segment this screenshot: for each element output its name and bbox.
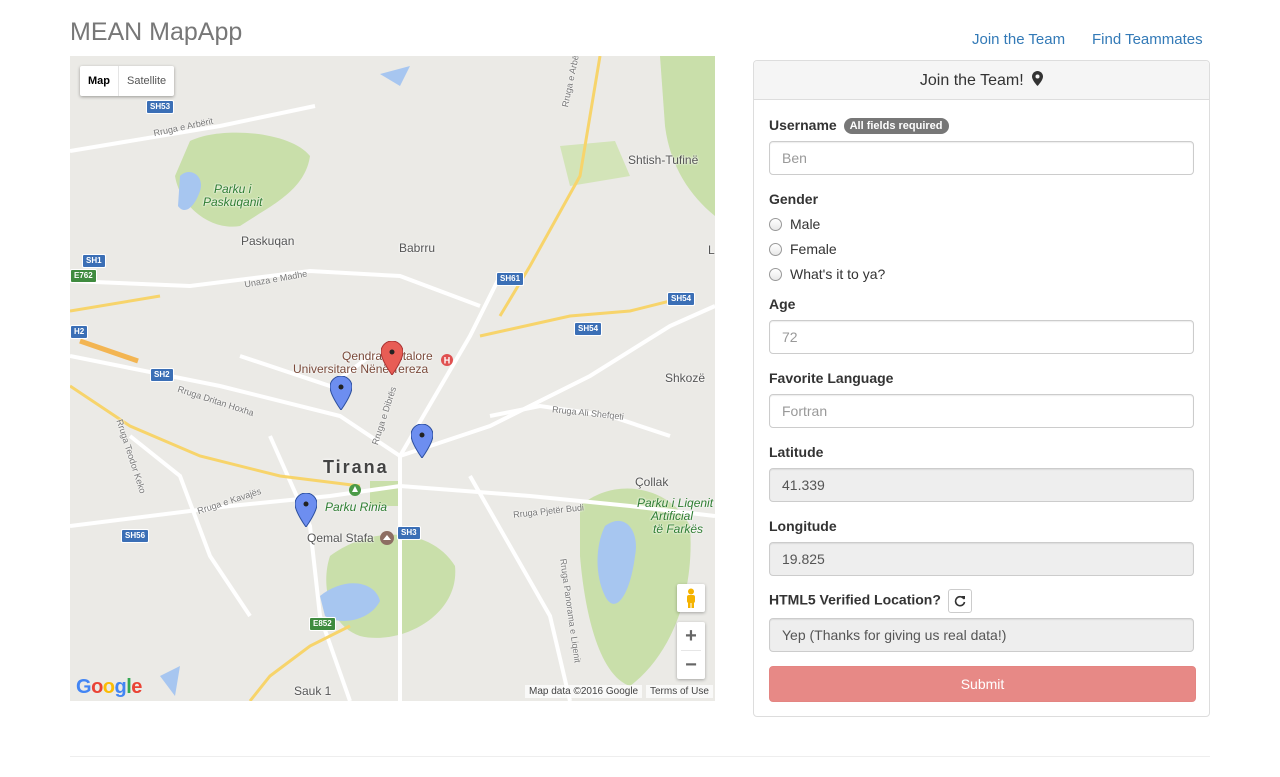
gender-option-label: Male (790, 216, 821, 232)
map-label-place: Shtish-Tufinë (628, 153, 699, 167)
map-label-park: Artificial (651, 509, 694, 523)
map[interactable]: Map Satellite SH53 SH1 E762 H2 SH2 SH61 … (70, 56, 715, 701)
map-label-park: Parku i Liqenit (637, 496, 714, 510)
google-logo[interactable]: Google (76, 676, 142, 699)
radio-button[interactable] (769, 217, 782, 231)
join-team-panel: Join the Team! Username All fields requi… (753, 60, 1210, 717)
age-input[interactable] (769, 320, 1194, 354)
submit-button[interactable]: Submit (769, 666, 1196, 702)
longitude-field[interactable] (769, 542, 1194, 576)
nav-find-teammates[interactable]: Find Teammates (1092, 31, 1203, 48)
road-shield: H2 (70, 325, 89, 339)
verified-location-label-text: HTML5 Verified Location? (769, 591, 941, 608)
park-icon (349, 484, 361, 496)
gender-option-label: Female (790, 241, 837, 257)
map-type-control: Map Satellite (80, 66, 175, 96)
nav-join-team[interactable]: Join the Team (972, 31, 1065, 48)
map-label-place: Qemal Stafa (307, 531, 374, 545)
username-label: Username All fields required (769, 117, 949, 134)
username-input[interactable] (769, 141, 1194, 175)
latitude-label: Latitude (769, 444, 824, 460)
age-label: Age (769, 296, 796, 312)
verified-location-field[interactable] (769, 618, 1194, 652)
gender-option-male[interactable]: Male (769, 216, 820, 232)
terms-of-use-link[interactable]: Terms of Use (646, 685, 713, 698)
map-marker-blue[interactable] (330, 376, 352, 410)
map-marker-red[interactable] (381, 341, 403, 375)
footer-divider (70, 756, 1210, 757)
gender-option-female[interactable]: Female (769, 241, 837, 257)
road-shield: SH3 (397, 526, 421, 540)
landmark-icon (380, 531, 394, 545)
language-input[interactable] (769, 394, 1194, 428)
map-label-place: Sauk 1 (294, 684, 332, 698)
longitude-label: Longitude (769, 518, 837, 534)
panel-heading: Join the Team! (754, 61, 1209, 100)
radio-button[interactable] (769, 242, 782, 256)
map-label-park: Parku Rinia (325, 500, 388, 514)
username-label-text: Username (769, 117, 837, 133)
map-type-map-button[interactable]: Map (80, 66, 119, 96)
map-type-satellite-button[interactable]: Satellite (119, 66, 174, 96)
map-label-place: Shkozë (665, 371, 706, 385)
road-shield: SH61 (496, 272, 525, 286)
map-city-label: Tirana (323, 457, 389, 477)
gender-label: Gender (769, 191, 819, 207)
zoom-control: + − (677, 622, 705, 679)
zoom-out-button[interactable]: − (677, 651, 705, 679)
radio-button[interactable] (769, 267, 782, 281)
map-label-park: të Farkës (653, 522, 704, 536)
map-label-place: Çollak (635, 475, 669, 489)
hospital-icon: H (441, 354, 453, 366)
road-shield: E852 (309, 617, 336, 631)
map-attribution: Map data ©2016 Google (525, 685, 643, 698)
road-shield: SH2 (150, 368, 174, 382)
zoom-in-button[interactable]: + (677, 622, 705, 650)
road-shield: SH56 (121, 529, 150, 543)
map-label-park: Parku i (214, 182, 252, 196)
road-shield: SH54 (667, 292, 696, 306)
map-label-hospital: Universitare Nënë Tereza (293, 362, 429, 376)
gender-option-label: What's it to ya? (790, 266, 886, 282)
verified-location-label: HTML5 Verified Location? (769, 589, 972, 613)
svg-text:H: H (444, 356, 451, 366)
gender-option-other[interactable]: What's it to ya? (769, 266, 885, 282)
refresh-location-button[interactable] (947, 589, 972, 613)
map-marker-icon (1032, 71, 1044, 86)
map-marker-blue[interactable] (411, 424, 433, 458)
road-shield: E762 (70, 269, 97, 283)
map-label-place: L (708, 243, 715, 257)
road-shield: SH54 (574, 322, 603, 336)
map-marker-blue[interactable] (295, 493, 317, 527)
latitude-field[interactable] (769, 468, 1194, 502)
refresh-icon (954, 595, 966, 607)
map-label-park: Paskuqanit (203, 195, 263, 209)
road-shield: SH53 (146, 100, 175, 114)
road-shield: SH1 (82, 254, 106, 268)
street-view-pegman-icon[interactable] (677, 584, 705, 612)
panel-title: Join the Team! (919, 72, 1024, 89)
brand-title[interactable]: MEAN MapApp (70, 18, 242, 47)
required-badge: All fields required (843, 118, 949, 134)
map-label-place: Paskuqan (241, 234, 295, 248)
language-label: Favorite Language (769, 370, 894, 386)
map-label-place: Babrru (399, 241, 436, 255)
